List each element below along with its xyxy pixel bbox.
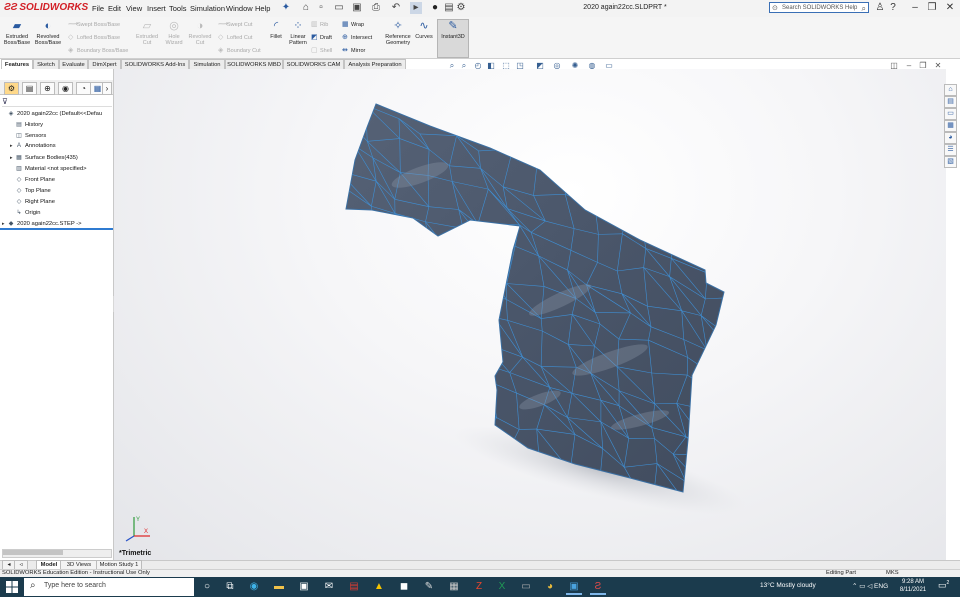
filezilla-icon[interactable]: Z [471,579,487,595]
task-file-explorer-icon[interactable]: ▦ [944,120,957,132]
weather-widget[interactable]: 13°C Mostly cloudy [760,582,816,589]
excel-icon[interactable]: X [494,579,510,595]
app-tool-icon[interactable]: ✎ [421,579,437,595]
file-explorer-icon[interactable]: ▬ [271,579,287,595]
model-viewport: Y X [125,103,746,542]
windows-start-icon[interactable] [6,581,18,593]
app-gray-icon[interactable]: ▦ [446,579,462,595]
tray-chevron-icon[interactable]: ⌃ [852,583,857,590]
task-home-icon[interactable]: ⌂ [944,84,957,96]
app-monitor-icon[interactable]: ▭ [518,579,534,595]
app-arrow-icon[interactable]: ▲ [371,579,387,595]
app-dark-icon[interactable]: ◼ [396,579,412,595]
editing-status: Editing Part [826,570,856,576]
cortana-icon[interactable]: ○ [199,579,215,595]
svg-text:Y: Y [136,517,140,523]
task-custom-properties-icon[interactable]: ☰ [944,144,957,156]
language-indicator[interactable]: ENG [874,583,888,590]
svg-text:X: X [144,529,148,535]
notification-count: 2 [946,580,950,586]
edge-icon[interactable]: ◉ [246,579,262,595]
task-view-icon[interactable]: ⧉ [222,579,238,595]
office-icon[interactable]: ▤ [346,579,362,595]
view-orientation-label: *Trimetric [119,550,152,557]
task-design-library-icon[interactable]: ▭ [944,108,957,120]
taskbar-search-input[interactable]: ⌕ Type here to search [24,578,194,596]
app-pst-icon[interactable]: ▣ [566,579,582,595]
task-appearances-icon[interactable]: ◕ [944,132,957,144]
chrome-icon[interactable]: ◕ [542,579,558,595]
notification-icon[interactable]: ▭2 [938,580,949,591]
mail-icon[interactable]: ✉ [321,579,337,595]
taskbar-search-icon: ⌕ [30,580,36,591]
reference-triad: Y X [125,517,150,542]
task-forum-icon[interactable]: ▧ [944,156,957,168]
clock-time: 9:28 AM [901,579,924,585]
taskbar-search-placeholder: Type here to search [44,582,106,589]
volume-icon[interactable]: ◁ [867,583,872,590]
network-icon[interactable]: ▭ [859,583,865,590]
surface-mesh-body[interactable] [345,103,725,493]
solidworks-taskbar-icon[interactable]: Ƨ [590,579,606,595]
unit-system-selector[interactable]: MKS [886,569,899,577]
status-text: SOLIDWORKS Education Edition - Instructi… [2,570,150,576]
clock-date: 8/11/2021 [899,587,927,593]
system-tray[interactable]: ⌃ ▭ ◁ ENG [852,582,888,590]
task-resources-icon[interactable]: ▤ [944,96,957,108]
taskbar-clock[interactable]: 9:28 AM 8/11/2021 [892,578,934,594]
store-icon[interactable]: ▣ [296,579,312,595]
